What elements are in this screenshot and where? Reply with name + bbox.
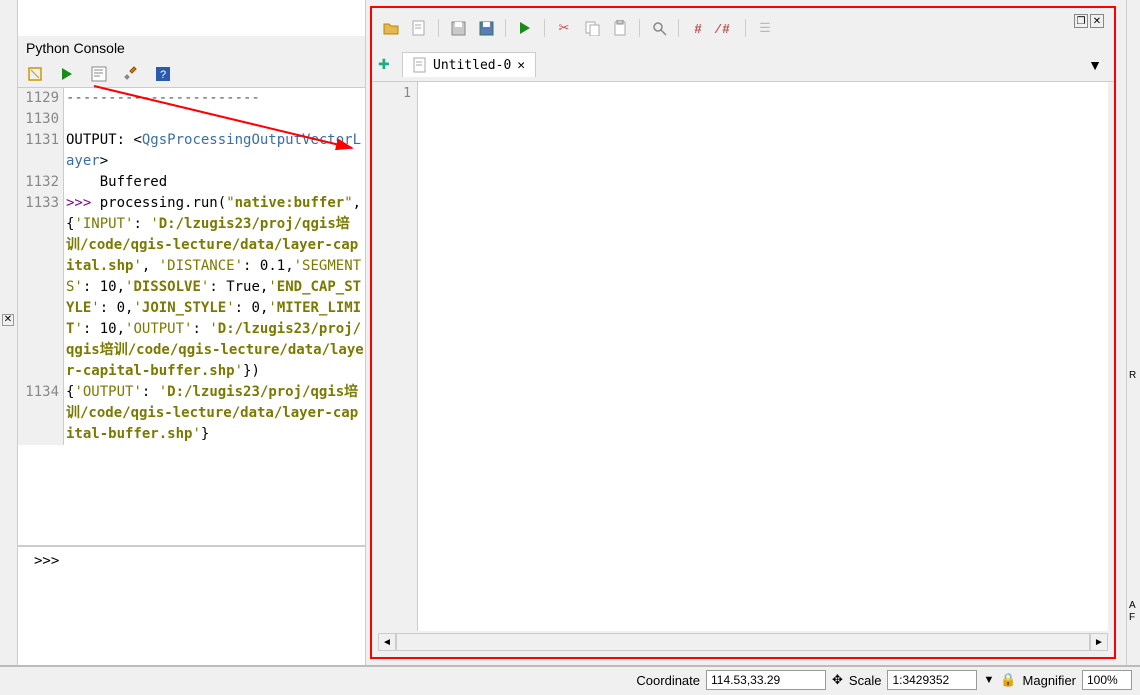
copy-icon[interactable] xyxy=(583,19,601,37)
dock-close-icon[interactable]: ✕ xyxy=(2,314,14,326)
coord-input[interactable] xyxy=(706,670,826,690)
left-dock-strip: ✕ xyxy=(0,0,18,665)
console-title: Python Console xyxy=(18,36,365,60)
help-icon[interactable]: ? xyxy=(154,65,172,83)
comment-icon[interactable]: # xyxy=(689,19,707,37)
cut-icon[interactable]: ✂ xyxy=(555,19,573,37)
editor-body[interactable]: 1 xyxy=(378,82,1108,631)
coord-label: Coordinate xyxy=(636,673,700,688)
editor-tab[interactable]: Untitled-0 ✕ xyxy=(402,52,536,77)
clear-icon[interactable] xyxy=(26,65,44,83)
scroll-right-icon[interactable]: ► xyxy=(1090,633,1108,651)
code-line: 1133>>> processing.run("native:buffer", … xyxy=(18,193,365,382)
tabs-overflow-icon[interactable]: ▼ xyxy=(1088,57,1102,73)
editor-tab-bar: ✚ Untitled-0 ✕ ▼ xyxy=(372,48,1114,82)
svg-text:?: ? xyxy=(160,69,166,81)
editor-hscroll[interactable]: ◄ ► xyxy=(378,633,1108,651)
script-editor-panel: ❐ ✕ ✂ # #⁄ ☰ ✚ Untitle xyxy=(370,6,1116,659)
run-script-icon[interactable] xyxy=(516,19,534,37)
uncomment-icon[interactable]: #⁄ xyxy=(717,19,735,37)
new-file-icon[interactable] xyxy=(410,19,428,37)
marker-f: F xyxy=(1129,612,1135,623)
save-as-icon[interactable] xyxy=(477,19,495,37)
extent-icon[interactable]: ✥ xyxy=(832,672,843,688)
code-line: 1129----------------------- xyxy=(18,88,365,109)
new-tab-icon[interactable]: ✚ xyxy=(378,56,396,74)
show-editor-icon[interactable] xyxy=(90,65,108,83)
scale-input[interactable] xyxy=(887,670,977,690)
console-output[interactable]: 1129-----------------------11301131OUTPU… xyxy=(18,88,365,545)
input-prompt: >>> xyxy=(34,553,59,569)
marker-a: A xyxy=(1129,600,1136,611)
magnifier-label: Magnifier xyxy=(1023,673,1076,688)
run-icon[interactable] xyxy=(58,65,76,83)
code-line: 1130 xyxy=(18,109,365,130)
console-input[interactable]: >>> xyxy=(18,545,365,665)
magnifier-input[interactable] xyxy=(1082,670,1132,690)
lock-icon[interactable]: 🔒 xyxy=(1000,672,1016,688)
object-inspector-icon[interactable]: ☰ xyxy=(756,19,774,37)
find-icon[interactable] xyxy=(650,19,668,37)
paste-icon[interactable] xyxy=(611,19,629,37)
code-line: 1131OUTPUT: <QgsProcessingOutputVectorLa… xyxy=(18,130,365,172)
console-toolbar: ? xyxy=(18,60,365,88)
marker-r: R xyxy=(1129,370,1136,381)
scale-label: Scale xyxy=(849,673,882,688)
open-icon[interactable] xyxy=(382,19,400,37)
editor-content[interactable] xyxy=(418,82,1108,631)
status-bar: Coordinate ✥ Scale ▼ 🔒 Magnifier xyxy=(0,665,1140,693)
settings-icon[interactable] xyxy=(122,65,140,83)
code-line: 1134{'OUTPUT': 'D:/lzugis23/proj/qgis培训/… xyxy=(18,382,365,445)
editor-gutter: 1 xyxy=(378,82,418,631)
file-icon xyxy=(413,57,427,73)
tab-close-icon[interactable]: ✕ xyxy=(517,58,525,73)
tab-label: Untitled-0 xyxy=(433,58,511,73)
editor-toolbar: ✂ # #⁄ ☰ xyxy=(372,8,1114,48)
scroll-left-icon[interactable]: ◄ xyxy=(378,633,396,651)
python-console-panel: Python Console ? 1129-------------------… xyxy=(18,0,366,665)
save-icon[interactable] xyxy=(449,19,467,37)
right-dock-strip: R A F xyxy=(1126,0,1140,665)
dock-close-icon[interactable]: ✕ xyxy=(1090,14,1104,28)
dock-restore-icon[interactable]: ❐ xyxy=(1074,14,1088,28)
code-line: 1132 Buffered xyxy=(18,172,365,193)
